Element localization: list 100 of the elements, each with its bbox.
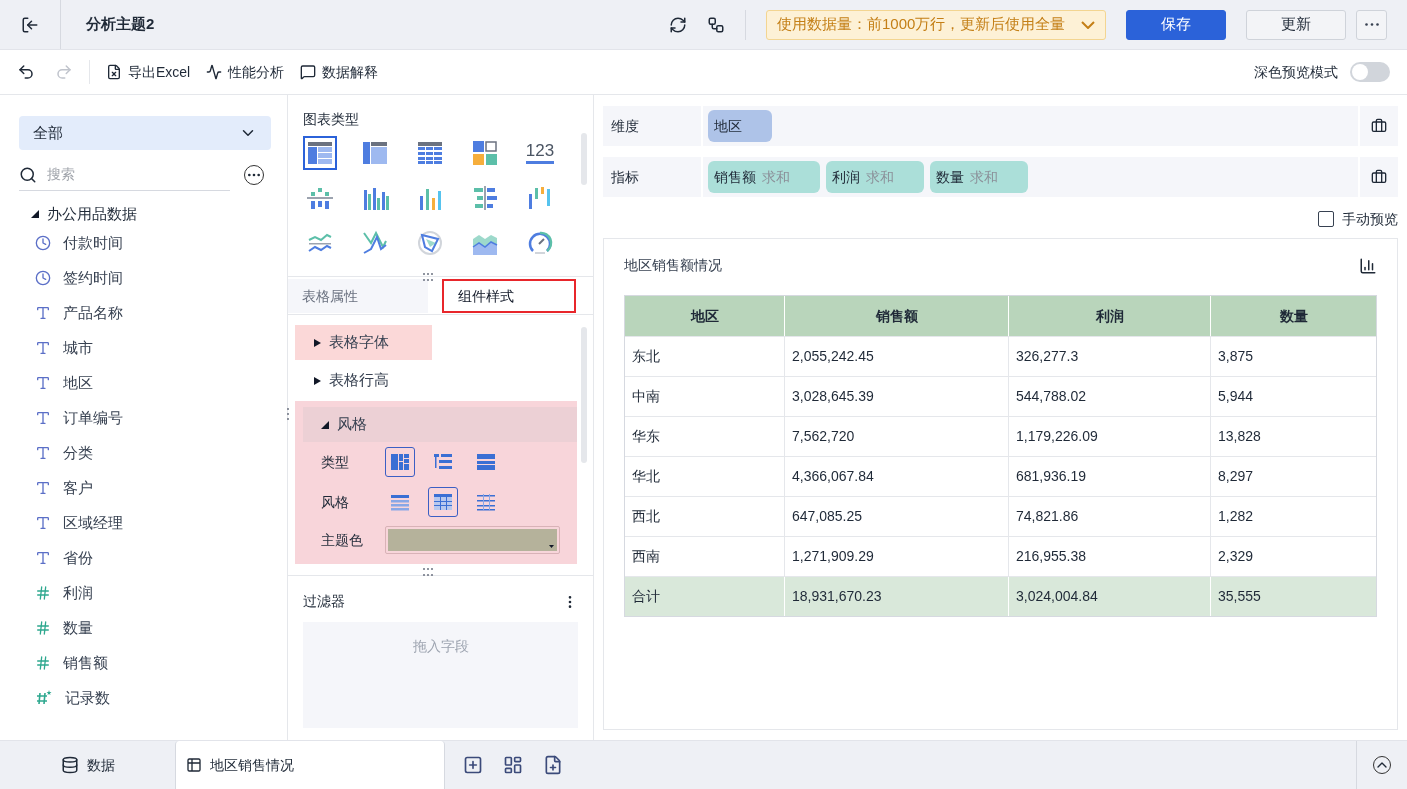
toolbar-button[interactable]: 性能分析 bbox=[206, 61, 285, 83]
column-header[interactable]: 销售额 bbox=[785, 296, 1009, 336]
clock-icon bbox=[35, 235, 51, 251]
column-header[interactable]: 地区 bbox=[625, 296, 785, 336]
field-chip[interactable]: 地区 bbox=[708, 110, 772, 142]
section-title: 图表类型 bbox=[303, 111, 359, 127]
table-cell: 2,055,242.45 bbox=[785, 337, 1009, 376]
option-label: 主题色 bbox=[321, 530, 364, 550]
style-section-header[interactable]: 风格 bbox=[303, 407, 577, 442]
chart-type-option[interactable]: 123 bbox=[523, 136, 557, 170]
group-name[interactable]: 办公用品数据 bbox=[47, 203, 137, 226]
radar-chart-icon bbox=[416, 229, 444, 257]
table-cell: 3,028,645.39 bbox=[785, 377, 1009, 416]
style-option[interactable] bbox=[385, 447, 415, 477]
table-cell: 7,562,720 bbox=[785, 417, 1009, 456]
field-item[interactable]: 销售额 bbox=[19, 645, 268, 681]
style-option[interactable] bbox=[428, 487, 458, 517]
table-cell: 东北 bbox=[625, 337, 785, 376]
table-cell: 中南 bbox=[625, 377, 785, 416]
text-type-icon bbox=[35, 480, 51, 496]
field-chip[interactable]: 销售额 求和 bbox=[708, 161, 820, 193]
drag-handle-icon[interactable] bbox=[286, 407, 290, 421]
tree-list-icon bbox=[433, 452, 453, 472]
field-item[interactable]: 地区 bbox=[19, 365, 268, 401]
property-tab[interactable]: 表格属性 bbox=[288, 279, 428, 313]
add-dashboard-icon[interactable] bbox=[503, 755, 523, 775]
add-report-icon[interactable] bbox=[543, 755, 563, 775]
field-item[interactable]: 记录数 bbox=[19, 680, 268, 716]
bottom-tab[interactable]: 数据 bbox=[0, 741, 175, 789]
style-section-header[interactable]: 表格字体 bbox=[295, 325, 432, 360]
field-item[interactable]: 分类 bbox=[19, 435, 268, 471]
collapse-triangle-icon[interactable] bbox=[31, 210, 39, 219]
table-icon bbox=[476, 492, 496, 512]
column-header[interactable]: 数量 bbox=[1211, 296, 1376, 336]
hash-icon bbox=[35, 585, 51, 601]
chart-type-option[interactable] bbox=[303, 136, 337, 170]
table-cell: 544,788.02 bbox=[1009, 377, 1211, 416]
column-header[interactable]: 利润 bbox=[1009, 296, 1211, 336]
field-item[interactable]: 省份 bbox=[19, 540, 268, 576]
field-item[interactable]: 区域经理 bbox=[19, 505, 268, 541]
aggregation-label: 求和 bbox=[762, 167, 790, 187]
text-type-icon bbox=[35, 515, 51, 531]
search-field[interactable]: 搜索 bbox=[47, 164, 197, 185]
bottom-tab[interactable]: 地区销售情况 bbox=[175, 741, 445, 789]
field-chip[interactable]: 数量 求和 bbox=[930, 161, 1028, 193]
dark-preview-switch[interactable] bbox=[1350, 62, 1390, 82]
table-icon bbox=[186, 757, 202, 773]
field-item[interactable]: 产品名称 bbox=[19, 295, 268, 331]
dark-preview-label: 深色预览模式 bbox=[1254, 62, 1338, 82]
property-tab[interactable]: 组件样式 bbox=[442, 279, 576, 313]
shelf-label: 维度 bbox=[610, 116, 640, 136]
field-chip[interactable]: 利润 求和 bbox=[826, 161, 924, 193]
chip-name: 数量 bbox=[936, 167, 964, 187]
chevron-down-icon bbox=[1081, 20, 1095, 29]
field-item[interactable]: 付款时间 bbox=[19, 225, 268, 261]
table-cell: 西北 bbox=[625, 497, 785, 536]
aggregation-label: 求和 bbox=[970, 167, 998, 187]
dropdown-arrow-icon bbox=[549, 545, 554, 548]
scope-dropdown[interactable]: 全部 bbox=[19, 116, 271, 150]
clock-icon bbox=[35, 270, 51, 286]
undo-icon[interactable] bbox=[17, 63, 35, 81]
field-item[interactable]: 城市 bbox=[19, 330, 268, 366]
style-section-header[interactable]: 表格行高 bbox=[295, 363, 432, 398]
manual-preview-checkbox[interactable] bbox=[1318, 211, 1334, 227]
option-label: 风格 bbox=[321, 492, 350, 512]
drag-handle-icon[interactable] bbox=[422, 567, 434, 577]
table-cell: 华北 bbox=[625, 457, 785, 496]
aggregation-label: 求和 bbox=[866, 167, 894, 187]
toolbar-button[interactable]: 数据解释 bbox=[300, 61, 379, 83]
save-button[interactable]: 保存 bbox=[1126, 9, 1226, 40]
grid-layout-icon bbox=[390, 452, 410, 472]
expand-triangle-icon[interactable] bbox=[313, 376, 321, 385]
flow-icon[interactable] bbox=[707, 15, 725, 34]
total-cell-text: 35,555 bbox=[1217, 587, 1262, 606]
chip-name: 地区 bbox=[714, 116, 742, 136]
field-item[interactable]: 数量 bbox=[19, 610, 268, 646]
field-item[interactable]: 订单编号 bbox=[19, 400, 268, 436]
dashboard-icon bbox=[471, 139, 499, 167]
activity-icon bbox=[206, 64, 223, 80]
text-type-icon bbox=[35, 550, 51, 566]
toolbar-button[interactable]: 导出Excel bbox=[106, 61, 191, 83]
shelf-label: 指标 bbox=[610, 167, 640, 187]
text-type-icon bbox=[35, 375, 51, 391]
update-button[interactable]: 更新 bbox=[1246, 9, 1346, 40]
manual-preview-label: 手动预览 bbox=[1342, 209, 1398, 229]
bar-chart-icon bbox=[471, 184, 499, 212]
analysis-title: 分析主题2 bbox=[86, 14, 155, 35]
total-cell: 合计 bbox=[625, 577, 785, 616]
hash-star-icon bbox=[35, 689, 53, 707]
collapse-triangle-icon[interactable] bbox=[321, 420, 329, 429]
field-item[interactable]: 客户 bbox=[19, 470, 268, 506]
field-item[interactable]: 签约时间 bbox=[19, 260, 268, 296]
expand-triangle-icon[interactable] bbox=[313, 338, 321, 347]
refresh-icon[interactable] bbox=[669, 15, 687, 34]
table-cell: 4,366,067.84 bbox=[785, 457, 1009, 496]
drag-handle-icon[interactable] bbox=[422, 272, 434, 282]
field-item[interactable]: 利润 bbox=[19, 575, 268, 611]
table-cell: 1,179,226.09 bbox=[1009, 417, 1211, 456]
table-cell-text: 2,329 bbox=[1217, 547, 1255, 566]
exit-icon[interactable] bbox=[21, 15, 39, 34]
